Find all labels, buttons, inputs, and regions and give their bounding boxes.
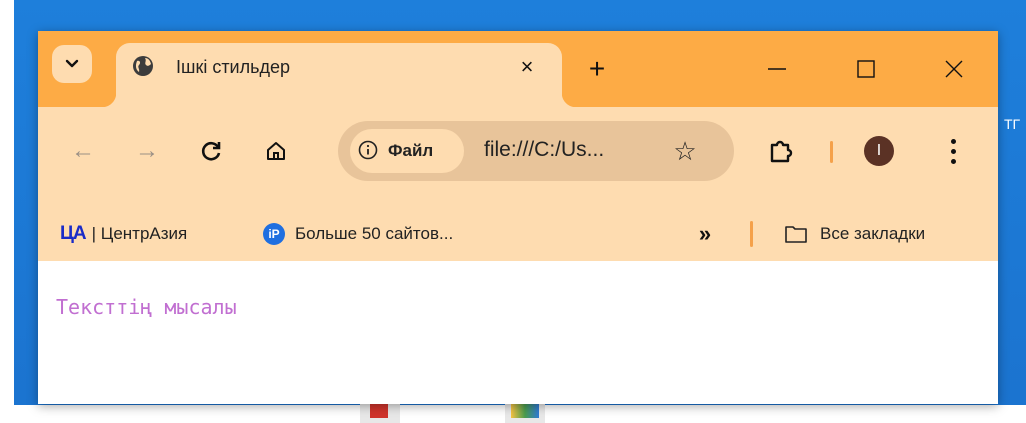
all-bookmarks-label: Все закладки <box>820 224 926 243</box>
bookmarks-bar: ЦА | ЦентрАзия iP Больше 50 сайтов... » … <box>38 207 998 261</box>
more-menu-icon[interactable] <box>943 134 963 168</box>
ip-logo-icon: iP <box>263 223 285 245</box>
reload-icon <box>201 141 221 161</box>
toolbar-separator <box>830 141 833 163</box>
bookmarks-separator <box>750 221 753 247</box>
maximize-button[interactable] <box>843 49 889 89</box>
tab-title: Ішкі стильдер <box>176 57 291 77</box>
tab-search-button[interactable] <box>52 45 92 83</box>
desktop-app-icon[interactable] <box>505 404 545 423</box>
globe-icon <box>133 56 153 76</box>
profile-avatar[interactable]: I <box>864 136 894 166</box>
url-text[interactable]: file:///C:/Us... <box>484 138 604 162</box>
address-bar[interactable]: Файл file:///C:/Us... ☆ <box>338 121 734 181</box>
info-icon <box>358 140 378 160</box>
forward-button[interactable]: → <box>130 134 164 168</box>
title-bar: Ішкі стильдер × + <box>38 31 998 107</box>
tab-active[interactable]: Ішкі стильдер × <box>102 43 576 107</box>
home-icon <box>267 142 285 160</box>
chevron-down-icon <box>65 59 79 68</box>
bookmark-centrasia[interactable]: ЦА | ЦентрАзия <box>60 221 187 247</box>
site-info-label: Файл <box>388 141 434 160</box>
new-tab-button[interactable]: + <box>583 53 611 84</box>
page-content: Тексттің мысалы <box>38 261 998 404</box>
back-button[interactable]: ← <box>66 134 100 168</box>
bookmark-star-icon[interactable]: ☆ <box>668 134 702 168</box>
bookmark-label: | ЦентрАзия <box>91 224 188 243</box>
close-tab-icon[interactable]: × <box>514 54 540 79</box>
sample-text: Тексттің мысалы <box>56 295 237 319</box>
site-info-chip[interactable]: Файл <box>350 129 464 173</box>
browser-window: Ішкі стильдер × + ← → Файл file:///C:/Us… <box>38 31 998 404</box>
minimize-button[interactable] <box>754 49 800 89</box>
desktop-app-icon[interactable] <box>360 404 400 423</box>
all-bookmarks-button[interactable]: Все закладки <box>784 221 925 247</box>
more-bookmarks-button[interactable]: » <box>690 219 720 249</box>
bookmark-label: Больше 50 сайтов... <box>295 224 454 243</box>
desktop-left-edge <box>0 0 14 423</box>
bookmark-sites[interactable]: iP Больше 50 сайтов... <box>263 221 453 247</box>
centrasia-logo: ЦА <box>60 223 87 244</box>
close-icon <box>945 60 963 78</box>
home-button[interactable] <box>259 134 293 168</box>
maximize-icon <box>857 60 875 78</box>
reload-button[interactable] <box>194 134 228 168</box>
toolbar: ← → Файл file:///C:/Us... ☆ I ЦА | Центр… <box>38 107 998 261</box>
desktop-edge-text: ТГ <box>1004 116 1021 132</box>
extensions-icon[interactable] <box>766 136 796 166</box>
close-window-button[interactable] <box>931 49 977 89</box>
minimize-icon <box>768 68 786 70</box>
folder-icon <box>785 226 807 243</box>
